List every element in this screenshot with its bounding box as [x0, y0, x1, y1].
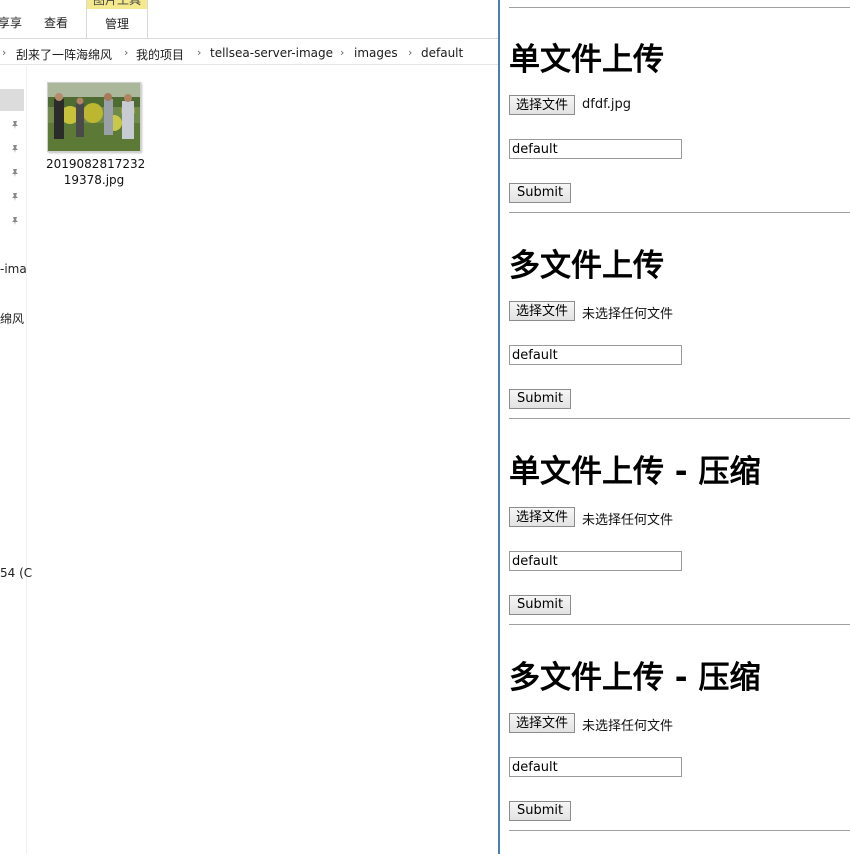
chevron-right-icon[interactable]: › [124, 46, 128, 59]
submit-button[interactable]: Submit [509, 183, 572, 203]
choose-file-button[interactable]: 选择文件 [509, 301, 576, 321]
folder-input[interactable] [509, 345, 682, 365]
chevron-right-icon[interactable]: › [197, 46, 201, 59]
browser-window: 单文件上传 选择文件 dfdf.jpg Submit 多文件上传 选择文件 未选… [498, 0, 850, 854]
tab-share[interactable]: 享享 [0, 14, 22, 31]
submit-button[interactable]: Submit [509, 801, 572, 821]
divider [509, 212, 850, 213]
divider [509, 418, 850, 419]
breadcrumb-item[interactable]: 刮来了一阵海绵风 [16, 46, 112, 63]
file-explorer-window: 享享 查看 图片工具 管理 › 刮来了一阵海绵风 › 我的项目 › tellse… [0, 0, 498, 854]
choose-file-button[interactable]: 选择文件 [509, 713, 576, 733]
picture-tools-label: 图片工具 [87, 0, 147, 9]
nav-item-label[interactable]: 54 (C [0, 566, 32, 580]
submit-button[interactable]: Submit [509, 389, 572, 409]
file-name-line: 19378.jpg [63, 173, 125, 187]
choose-file-button[interactable]: 选择文件 [509, 507, 576, 527]
pin-icon[interactable] [10, 144, 20, 154]
nav-item-label[interactable]: -ima [0, 262, 27, 276]
section-heading: 多文件上传 - 压缩 [509, 660, 761, 696]
breadcrumb-item[interactable]: tellsea-server-image [210, 46, 333, 60]
nav-item-selected[interactable] [0, 89, 24, 111]
ribbon-tab-bar: 享享 查看 图片工具 管理 [0, 0, 498, 39]
pin-icon[interactable] [10, 192, 20, 202]
file-status: dfdf.jpg [582, 97, 631, 112]
folder-input[interactable] [509, 139, 682, 159]
chevron-right-icon[interactable]: › [2, 46, 6, 59]
chevron-right-icon[interactable]: › [408, 46, 412, 59]
picture-tools-context-group: 图片工具 管理 [86, 0, 148, 38]
folder-input[interactable] [509, 757, 682, 777]
pin-icon[interactable] [10, 216, 20, 226]
divider [509, 7, 850, 8]
file-name: 2019082817232 19378.jpg [46, 156, 146, 188]
folder-input[interactable] [509, 551, 682, 571]
tab-view[interactable]: 查看 [44, 14, 68, 31]
nav-item-label[interactable]: 绵风 [0, 310, 24, 327]
choose-file-button[interactable]: 选择文件 [509, 95, 576, 115]
pin-icon[interactable] [10, 168, 20, 178]
section-heading: 单文件上传 - 压缩 [509, 454, 761, 490]
breadcrumb-item[interactable]: 我的项目 [136, 46, 184, 63]
divider [509, 624, 850, 625]
section-heading: 单文件上传 [509, 42, 664, 78]
breadcrumb-item-current[interactable]: default [421, 46, 463, 60]
pin-icon[interactable] [10, 120, 20, 130]
breadcrumb-item[interactable]: images [354, 46, 398, 60]
file-name-line: 2019082817232 [46, 157, 146, 171]
file-status: 未选择任何文件 [582, 307, 674, 322]
tab-manage[interactable]: 管理 [87, 15, 147, 32]
navigation-pane: -ima 绵风 54 (C [0, 66, 32, 854]
file-item[interactable]: 2019082817232 19378.jpg [46, 82, 146, 188]
submit-button[interactable]: Submit [509, 595, 572, 615]
file-status: 未选择任何文件 [582, 513, 674, 528]
section-heading: 多文件上传 [509, 248, 664, 284]
file-status: 未选择任何文件 [582, 719, 674, 734]
chevron-right-icon[interactable]: › [340, 46, 344, 59]
image-thumbnail [47, 82, 141, 152]
divider [509, 830, 850, 831]
address-bar[interactable]: › 刮来了一阵海绵风 › 我的项目 › tellsea-server-image… [0, 42, 498, 65]
